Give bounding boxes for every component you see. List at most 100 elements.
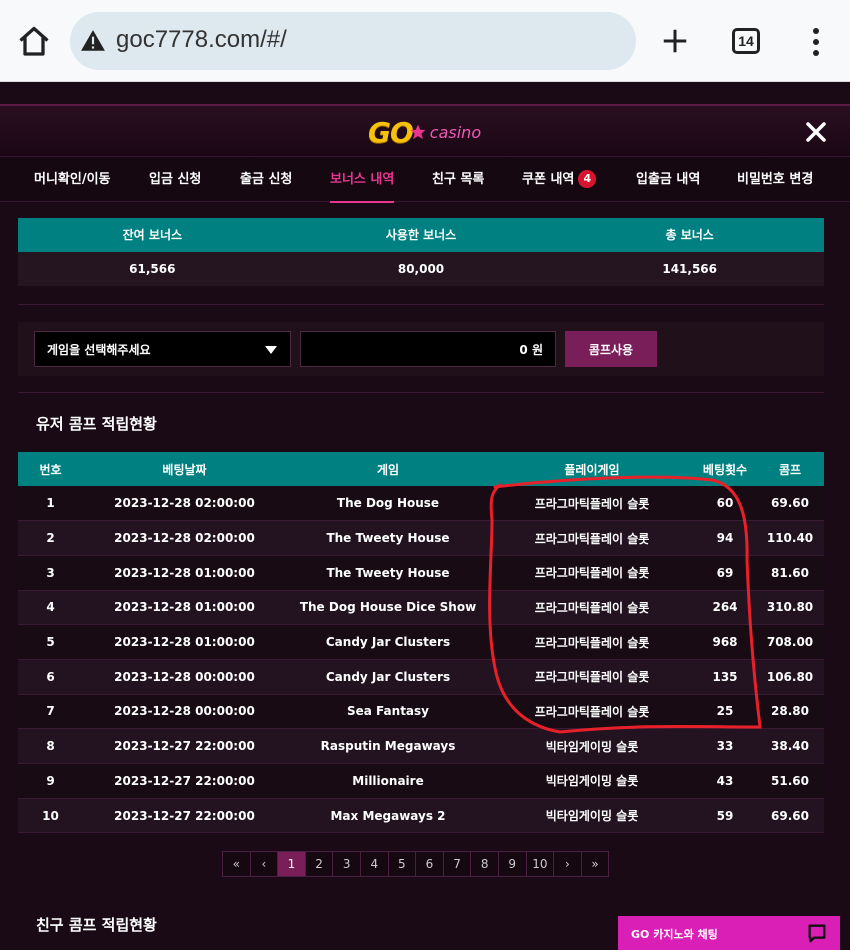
- page-button[interactable]: 7: [442, 851, 472, 877]
- user-comp-table: 번호 베팅날짜 게임 플레이게임 베팅횟수 콤프 1 2023-12-28 02:…: [18, 452, 824, 834]
- page-button[interactable]: 3: [332, 851, 361, 877]
- divider: [18, 392, 824, 393]
- cell-bet-date: 2023-12-27 22:00:00: [83, 763, 286, 799]
- page-button[interactable]: 6: [415, 851, 444, 877]
- use-comp-button[interactable]: 콤프사용: [565, 331, 657, 367]
- game-select[interactable]: 게임을 선택해주세요: [34, 331, 291, 367]
- cell-number: 4: [18, 590, 83, 626]
- cell-number: 8: [18, 728, 83, 764]
- tab-coupon-history[interactable]: 쿠폰 내역 4: [522, 157, 597, 203]
- tab-friend-list[interactable]: 친구 목록: [432, 157, 484, 203]
- page-button[interactable]: 4: [359, 851, 389, 877]
- coupon-count-badge: 4: [578, 170, 597, 188]
- warning-icon[interactable]: [80, 28, 106, 54]
- cell-bet-count: 43: [694, 763, 756, 799]
- tab-change-password[interactable]: 비밀번호 변경: [737, 157, 813, 203]
- cell-play-game: 프라그마틱플레이 슬롯: [490, 520, 694, 556]
- cell-game: Candy Jar Clusters: [286, 659, 490, 695]
- cell-game: Sea Fantasy: [286, 694, 490, 730]
- cell-number: 3: [18, 555, 83, 591]
- page-button[interactable]: 1: [277, 851, 306, 877]
- comp-amount-input[interactable]: 0 원: [300, 331, 556, 367]
- page-button[interactable]: 9: [497, 851, 527, 877]
- chat-button[interactable]: GO 카지노와 채팅: [618, 916, 840, 950]
- cell-game: Max Megaways 2: [286, 798, 490, 834]
- remaining-bonus-header: 잔여 보너스: [122, 228, 183, 242]
- page-button[interactable]: »: [580, 851, 610, 877]
- cell-comp: 110.40: [756, 520, 824, 556]
- star-icon: [410, 124, 426, 140]
- table-body: 1 2023-12-28 02:00:00 The Dog House 프라그마틱플레…: [18, 486, 824, 834]
- cell-bet-date: 2023-12-28 01:00:00: [83, 624, 286, 660]
- cell-play-game: 프라그마틱플레이 슬롯: [490, 486, 694, 522]
- chat-label: GO 카지노와 채팅: [631, 928, 718, 941]
- cell-comp: 310.80: [756, 590, 824, 626]
- cell-number: 6: [18, 659, 83, 695]
- cell-bet-count: 33: [694, 728, 756, 764]
- col-play-game: 플레이게임: [490, 452, 694, 486]
- col-bet-count: 베팅횟수: [694, 452, 756, 486]
- game-select-value: 게임을 선택해주세요: [47, 343, 151, 357]
- cell-play-game: 프라그마틱플레이 슬롯: [490, 555, 694, 591]
- cell-game: The Dog House Dice Show: [286, 590, 490, 626]
- page-button[interactable]: 2: [304, 851, 334, 877]
- go-casino-logo: GO casino: [368, 115, 482, 149]
- modal-header: GO casino: [0, 104, 850, 156]
- table-row: 8 2023-12-27 22:00:00 Rasputin Megaways 빅타임…: [18, 728, 824, 764]
- comp-amount-value: 0 원: [519, 343, 543, 357]
- cell-bet-count: 69: [694, 555, 756, 591]
- table-row: 1 2023-12-28 02:00:00 The Dog House 프라그마틱플레…: [18, 486, 824, 522]
- cell-bet-count: 135: [694, 659, 756, 695]
- address-bar[interactable]: goc7778.com/#/: [70, 12, 636, 70]
- bonus-summary-table: 잔여 보너스 사용한 보너스 총 보너스 61,566 80,000 141,5…: [18, 218, 824, 286]
- col-game: 게임: [286, 452, 490, 486]
- col-number: 번호: [18, 452, 83, 486]
- cell-comp: 69.60: [756, 486, 824, 522]
- table-row: 5 2023-12-28 01:00:00 Candy Jar Clusters 프라…: [18, 624, 824, 660]
- cell-comp: 708.00: [756, 624, 824, 660]
- cell-bet-date: 2023-12-28 01:00:00: [83, 555, 286, 591]
- cell-game: Millionaire: [286, 763, 490, 799]
- tab-transaction-history[interactable]: 입출금 내역: [636, 157, 700, 203]
- cell-comp: 28.80: [756, 694, 824, 730]
- tab-bonus-history[interactable]: 보너스 내역: [330, 157, 395, 203]
- new-tab-icon[interactable]: [660, 26, 690, 56]
- page-button[interactable]: ›: [553, 851, 582, 877]
- cell-bet-date: 2023-12-28 02:00:00: [83, 520, 286, 556]
- page-button[interactable]: «: [222, 851, 251, 877]
- cell-bet-count: 264: [694, 590, 756, 626]
- table-row: 6 2023-12-28 00:00:00 Candy Jar Clusters 프라…: [18, 659, 824, 695]
- tab-switcher-button[interactable]: 14: [732, 28, 760, 54]
- page-button[interactable]: 10: [525, 851, 555, 877]
- table-row: 2 2023-12-28 02:00:00 The Tweety House 프라그마…: [18, 520, 824, 556]
- used-bonus-header: 사용한 보너스: [385, 228, 457, 242]
- cell-game: The Tweety House: [286, 520, 490, 556]
- cell-game: The Dog House: [286, 486, 490, 522]
- tab-deposit[interactable]: 입금 신청: [149, 157, 201, 203]
- table-row: 9 2023-12-27 22:00:00 Millionaire 빅타임게이밍 슬롯…: [18, 763, 824, 799]
- cell-game: Candy Jar Clusters: [286, 624, 490, 660]
- table-row: 3 2023-12-28 01:00:00 The Tweety House 프라그마…: [18, 555, 824, 591]
- cell-bet-count: 94: [694, 520, 756, 556]
- page-button[interactable]: ‹: [249, 851, 279, 877]
- cell-play-game: 프라그마틱플레이 슬롯: [490, 694, 694, 730]
- cell-play-game: 프라그마틱플레이 슬롯: [490, 590, 694, 626]
- chevron-down-icon: [265, 346, 277, 354]
- page-button[interactable]: 8: [470, 851, 499, 877]
- cell-bet-date: 2023-12-28 00:00:00: [83, 659, 286, 695]
- more-menu-icon[interactable]: [806, 26, 826, 58]
- home-icon[interactable]: [16, 24, 52, 60]
- close-icon[interactable]: [804, 120, 828, 144]
- tab-coupon-label: 쿠폰 내역: [522, 172, 575, 187]
- tab-money-check[interactable]: 머니확인/이동: [34, 157, 111, 203]
- cell-bet-count: 60: [694, 486, 756, 522]
- tab-withdraw[interactable]: 출금 신청: [240, 157, 292, 203]
- cell-play-game: 프라그마틱플레이 슬롯: [490, 659, 694, 695]
- tab-bar: 머니확인/이동 입금 신청 출금 신청 보너스 내역 친구 목록 쿠폰 내역 4 …: [0, 156, 850, 203]
- used-bonus-value: 80,000: [397, 262, 445, 276]
- pagination: «‹ 1 2 3 4 5 6 7 8 9 10 ›»: [222, 851, 610, 877]
- page-button[interactable]: 5: [387, 851, 417, 877]
- cell-comp: 38.40: [756, 728, 824, 764]
- url-text[interactable]: goc7778.com/#/: [116, 26, 287, 54]
- col-bet-date: 베팅날짜: [83, 452, 286, 486]
